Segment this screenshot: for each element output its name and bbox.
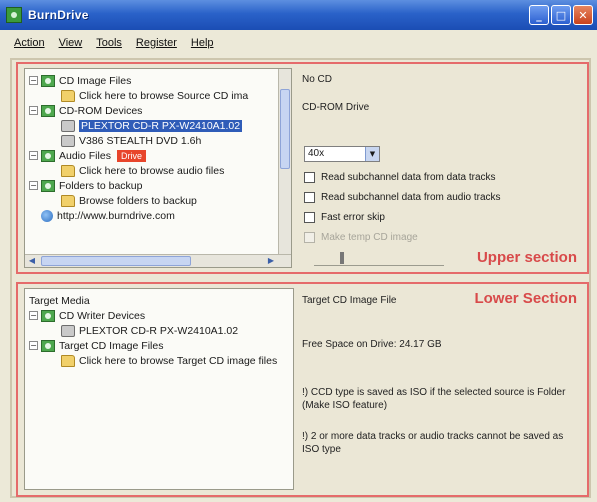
scroll-right-icon[interactable]: ▶	[265, 256, 277, 266]
menu-view[interactable]: View	[59, 37, 83, 49]
lower-section: Target Media − CD Writer Devices PLEXTOR…	[16, 282, 589, 497]
drive-status: No CD	[302, 74, 333, 85]
menu-action[interactable]: Action	[14, 37, 45, 49]
lower-section-label: Lower Section	[474, 290, 577, 307]
tree-item-folders-to-backup[interactable]: − Folders to backup	[29, 178, 142, 193]
collapse-icon[interactable]: −	[29, 181, 38, 190]
option-subchannel-data[interactable]: Read subchannel data from data tracks	[304, 172, 496, 183]
collapse-icon[interactable]: −	[29, 106, 38, 115]
upper-section: − CD Image Files Click here to browse So…	[16, 62, 589, 274]
tree-header-target-media: Target Media	[29, 294, 90, 307]
minimize-button[interactable]: _	[529, 5, 549, 25]
tree-item-label: Target CD Image Files	[59, 339, 164, 352]
folder-icon	[61, 354, 75, 367]
tree-item-audio-files[interactable]: − Audio Files Drive	[29, 148, 146, 163]
tree-item-label: Click here to browse Target CD image fil…	[79, 354, 278, 367]
globe-icon	[41, 209, 53, 222]
option-label: Read subchannel data from data tracks	[321, 172, 496, 183]
cd-writer-icon	[41, 309, 55, 322]
title-bar: BurnDrive _ □ ✕	[0, 0, 597, 30]
tree-item-target-cd-image-files[interactable]: − Target CD Image Files	[29, 338, 163, 353]
chevron-down-icon[interactable]: ▼	[365, 147, 379, 161]
tree-item-label: http://www.burndrive.com	[57, 209, 175, 222]
menu-tools[interactable]: Tools	[96, 37, 122, 49]
tree-item-label: Click here to browse audio files	[79, 164, 225, 177]
tree-item-browse-target[interactable]: Click here to browse Target CD image fil…	[61, 353, 277, 368]
upper-section-label: Upper section	[476, 249, 577, 266]
maximize-button[interactable]: □	[551, 5, 571, 25]
free-space: Free Space on Drive: 24.17 GB	[302, 339, 442, 350]
target-image-icon	[41, 339, 55, 352]
tree-item-cd-image-files[interactable]: − CD Image Files	[29, 73, 131, 88]
drive-icon	[61, 119, 75, 132]
tree-item-label: Click here to browse Source CD ima	[79, 89, 249, 102]
option-label: Read subchannel data from audio tracks	[321, 192, 501, 203]
speed-value: 40x	[308, 148, 325, 159]
target-tree: Target Media − CD Writer Devices PLEXTOR…	[24, 288, 294, 490]
tree-item-label: V386 STEALTH DVD 1.6h	[79, 134, 202, 147]
window-title: BurnDrive	[28, 8, 89, 22]
speed-select[interactable]: 40x ▼	[304, 146, 380, 162]
tree-item-label: Browse folders to backup	[79, 194, 197, 207]
app-icon	[6, 7, 22, 23]
drive-type: CD-ROM Drive	[302, 102, 370, 113]
option-make-temp-image: Make temp CD image	[304, 232, 418, 243]
iso-note-2: !) 2 or more data tracks or audio tracks…	[302, 431, 564, 455]
tree-item-browse-folders[interactable]: Browse folders to backup	[61, 193, 197, 208]
tree-item-cd-writer-devices[interactable]: − CD Writer Devices	[29, 308, 145, 323]
tree-item-cd-rom-devices[interactable]: − CD-ROM Devices	[29, 103, 142, 118]
tree-item-label: CD-ROM Devices	[59, 104, 143, 117]
folder-icon	[61, 164, 75, 177]
tree-item-label: PLEXTOR CD-R PX-W2410A1.02	[79, 119, 243, 132]
option-subchannel-audio[interactable]: Read subchannel data from audio tracks	[304, 192, 501, 203]
checkbox[interactable]	[304, 172, 315, 183]
collapse-icon[interactable]: −	[29, 76, 38, 85]
collapse-icon[interactable]: −	[29, 151, 38, 160]
tree-item-label: CD Writer Devices	[59, 309, 146, 322]
collapse-icon[interactable]: −	[29, 311, 38, 320]
tree-item-browse-source[interactable]: Click here to browse Source CD ima	[61, 88, 248, 103]
folder-icon	[61, 89, 75, 102]
vertical-scrollbar[interactable]	[278, 69, 291, 254]
tree-item-label: Folders to backup	[59, 179, 143, 192]
option-label: Make temp CD image	[321, 232, 418, 243]
option-fast-error-skip[interactable]: Fast error skip	[304, 212, 385, 223]
tree-item-plextor-writer[interactable]: PLEXTOR CD-R PX-W2410A1.02	[61, 323, 238, 338]
horizontal-scrollbar[interactable]: ◀ ▶	[25, 254, 291, 267]
menu-bar: Action View Tools Register Help	[0, 30, 597, 56]
tree-item-browse-audio[interactable]: Click here to browse audio files	[61, 163, 224, 178]
slider-knob[interactable]	[340, 252, 344, 264]
cd-image-icon	[41, 74, 55, 87]
tree-item-website-link[interactable]: http://www.burndrive.com	[41, 208, 175, 223]
folder-icon	[61, 194, 75, 207]
checkbox[interactable]	[304, 192, 315, 203]
drive-icon	[61, 134, 75, 147]
tree-item-label: Audio Files	[59, 149, 111, 162]
menu-register[interactable]: Register	[136, 37, 177, 49]
tree-item-plextor[interactable]: PLEXTOR CD-R PX-W2410A1.02	[61, 118, 243, 133]
option-label: Fast error skip	[321, 212, 385, 223]
checkbox[interactable]	[304, 212, 315, 223]
folders-icon	[41, 179, 55, 192]
tree-item-label: CD Image Files	[59, 74, 132, 87]
menu-help[interactable]: Help	[191, 37, 214, 49]
drive-icon	[61, 324, 75, 337]
audio-icon	[41, 149, 55, 162]
buffer-slider[interactable]	[314, 252, 444, 266]
cd-rom-icon	[41, 104, 55, 117]
tree-item-label: PLEXTOR CD-R PX-W2410A1.02	[79, 324, 239, 337]
iso-note-1: !) CCD type is saved as ISO if the selec…	[302, 387, 566, 411]
checkbox	[304, 232, 315, 243]
drive-badge: Drive	[116, 149, 146, 162]
scroll-left-icon[interactable]: ◀	[26, 256, 38, 266]
scroll-thumb[interactable]	[41, 256, 191, 266]
source-tree: − CD Image Files Click here to browse So…	[24, 68, 292, 268]
close-button[interactable]: ✕	[573, 5, 593, 25]
tree-item-stealth-dvd[interactable]: V386 STEALTH DVD 1.6h	[61, 133, 201, 148]
collapse-icon[interactable]: −	[29, 341, 38, 350]
